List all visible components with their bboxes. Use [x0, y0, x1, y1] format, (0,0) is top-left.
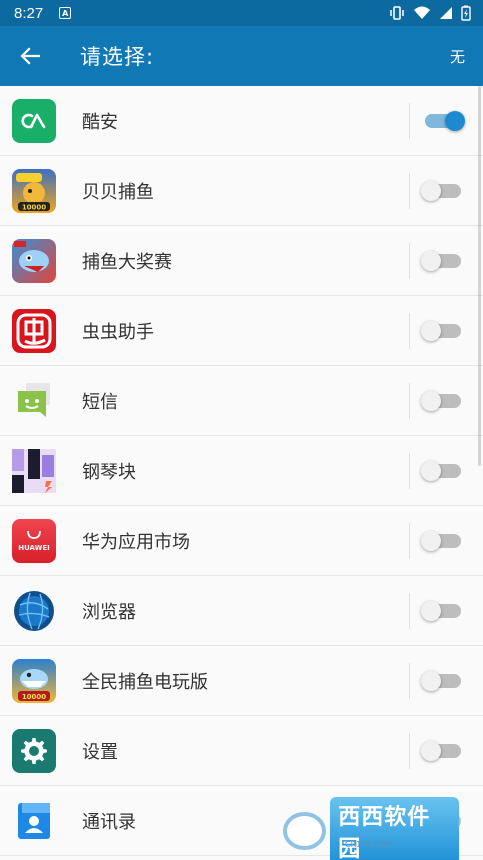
app-name: 短信: [82, 391, 118, 413]
app-name: 捕鱼大奖赛: [82, 251, 172, 273]
divider: [409, 173, 410, 209]
huawei-label: HUAWEI: [18, 544, 50, 552]
jackpot-label: 10000: [22, 203, 46, 211]
app-name: 全民捕鱼电玩版: [82, 671, 208, 693]
browser-icon: [12, 589, 56, 633]
back-arrow-icon[interactable]: [18, 44, 42, 68]
enable-switch[interactable]: [421, 671, 465, 691]
none-action-button[interactable]: 无: [450, 46, 465, 67]
status-time: 8:27: [14, 4, 44, 22]
list-item-fishing-contest[interactable]: 捕鱼大奖赛: [0, 226, 483, 296]
contacts-icon: [12, 799, 56, 843]
scrollbar[interactable]: [478, 86, 481, 466]
fishing-contest-icon: [12, 238, 56, 283]
enable-switch[interactable]: [421, 741, 465, 761]
watermark-text: 西西软件园: [330, 797, 459, 860]
signal-icon: [439, 6, 453, 20]
settings-gear-icon: [12, 728, 56, 773]
app-name: 贝贝捕鱼: [82, 181, 154, 203]
enable-switch[interactable]: [421, 111, 465, 131]
list-item-browser[interactable]: 浏览器: [0, 576, 483, 646]
messaging-icon: [12, 379, 56, 423]
app-list: 酷安 10000 贝贝捕鱼 捕鱼大奖赛 虫虫助手 短信 钢琴块 HUAWEI 华…: [0, 86, 483, 856]
app-name: 通讯录: [82, 811, 136, 833]
enable-switch[interactable]: [421, 181, 465, 201]
page-title: 请选择:: [80, 45, 155, 69]
app-bar: 请选择: 无: [0, 26, 483, 86]
enable-switch[interactable]: [421, 531, 465, 551]
enable-switch[interactable]: [421, 251, 465, 271]
huawei-appgallery-icon: HUAWEI: [12, 518, 56, 563]
list-item-chongchong[interactable]: 虫虫助手: [0, 296, 483, 366]
coolapk-icon: [12, 98, 56, 143]
fishing-game-icon: 10000: [12, 168, 56, 213]
list-item-messaging[interactable]: 短信: [0, 366, 483, 436]
jackpot-label: 10000: [22, 693, 46, 701]
app-name: 浏览器: [82, 601, 136, 623]
status-bar: 8:27 A: [0, 0, 483, 26]
divider: [409, 593, 410, 629]
watermark-ring-icon: [283, 812, 327, 850]
list-item-piano-tiles[interactable]: 钢琴块: [0, 436, 483, 506]
enable-switch[interactable]: [421, 601, 465, 621]
watermark-subtext: CR173.COM: [345, 840, 393, 849]
watermark-logo: 西西软件园 CR173.COM: [283, 797, 459, 860]
piano-tiles-icon: [12, 448, 56, 493]
list-item-fishing-arcade[interactable]: 10000 全民捕鱼电玩版: [0, 646, 483, 716]
divider: [409, 313, 410, 349]
divider: [409, 243, 410, 279]
divider: [409, 523, 410, 559]
app-name: 华为应用市场: [82, 531, 190, 553]
divider: [409, 663, 410, 699]
fishing-arcade-icon: 10000: [12, 658, 56, 703]
app-name: 虫虫助手: [82, 321, 154, 343]
list-item-huawei-appgallery[interactable]: HUAWEI 华为应用市场: [0, 506, 483, 576]
enable-switch[interactable]: [421, 391, 465, 411]
vibrate-icon: [389, 6, 405, 20]
app-name: 酷安: [82, 111, 118, 133]
wifi-icon: [413, 6, 431, 20]
divider: [409, 383, 410, 419]
enable-switch[interactable]: [421, 321, 465, 341]
enable-switch[interactable]: [421, 461, 465, 481]
chongchong-icon: [12, 308, 56, 353]
battery-icon: [461, 5, 471, 21]
notification-a-icon: A: [59, 7, 72, 19]
list-item-settings[interactable]: 设置: [0, 716, 483, 786]
app-name: 钢琴块: [82, 461, 136, 483]
status-icons: [389, 5, 471, 21]
list-item-beibei-fishing[interactable]: 10000 贝贝捕鱼: [0, 156, 483, 226]
app-name: 设置: [82, 741, 118, 763]
divider: [409, 733, 410, 769]
divider: [409, 103, 410, 139]
divider: [409, 453, 410, 489]
list-item-coolapk[interactable]: 酷安: [0, 86, 483, 156]
